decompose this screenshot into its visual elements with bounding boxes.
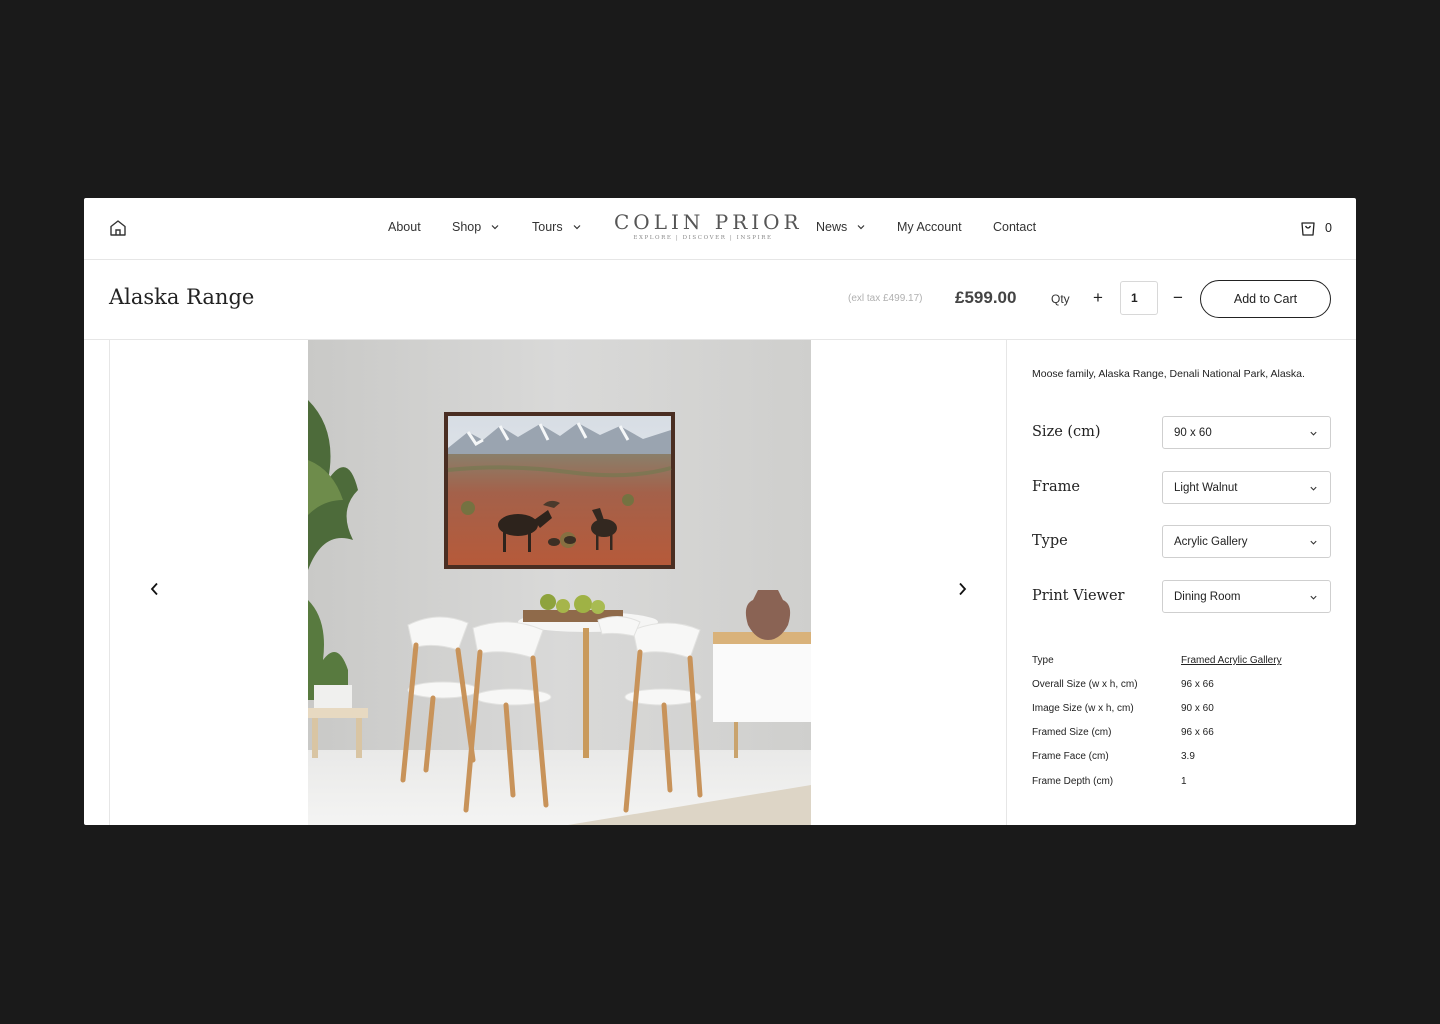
chevron-left-icon[interactable] <box>146 580 164 598</box>
frame-select[interactable]: Light Walnut <box>1162 471 1331 504</box>
spec-key: Type <box>1032 655 1054 666</box>
product-page: About Shop Tours COLIN PRIOR EXPLORE | D… <box>84 198 1356 825</box>
chevron-down-icon <box>1310 540 1317 545</box>
product-options-panel: Moose family, Alaska Range, Denali Natio… <box>1007 340 1356 825</box>
type-select-value: Acrylic Gallery <box>1174 535 1248 548</box>
spec-key: Overall Size (w x h, cm) <box>1032 679 1138 690</box>
price: £599.00 <box>955 288 1017 307</box>
size-select[interactable]: 90 x 60 <box>1162 416 1331 449</box>
print-viewer-label: Print Viewer <box>1032 588 1125 604</box>
nav-shop-label: Shop <box>452 220 482 234</box>
type-select[interactable]: Acrylic Gallery <box>1162 525 1331 558</box>
product-title: Alaska Range <box>109 285 255 309</box>
chevron-down-icon <box>491 225 499 230</box>
frame-label: Frame <box>1032 479 1080 495</box>
nav-my-account[interactable]: My Account <box>897 220 962 234</box>
nav-about-label: About <box>388 220 421 234</box>
size-select-value: 90 x 60 <box>1174 426 1212 439</box>
size-label: Size (cm) <box>1032 424 1101 440</box>
nav-contact-label: Contact <box>993 220 1037 234</box>
spec-value: 1 <box>1181 776 1187 787</box>
nav-news[interactable]: News <box>816 220 866 234</box>
qty-input[interactable] <box>1120 281 1158 315</box>
nav-about[interactable]: About <box>388 220 421 234</box>
home-icon[interactable] <box>108 218 128 238</box>
frame-select-value: Light Walnut <box>1174 481 1238 494</box>
cart-count: 0 <box>1325 221 1332 235</box>
chevron-down-icon <box>857 225 865 230</box>
nav-tours-label: Tours <box>532 220 563 234</box>
site-header: About Shop Tours COLIN PRIOR EXPLORE | D… <box>84 198 1356 260</box>
chevron-down-icon <box>1310 431 1317 436</box>
nav-contact[interactable]: Contact <box>993 220 1036 234</box>
spec-value: 96 x 66 <box>1181 727 1214 738</box>
logo-tagline: EXPLORE | DISCOVER | INSPIRE <box>633 235 773 241</box>
product-gallery <box>109 340 1007 825</box>
spec-value: 90 x 60 <box>1181 703 1214 714</box>
spec-key: Framed Size (cm) <box>1032 727 1112 738</box>
price-ex-tax: (exl tax £499.17) <box>848 293 923 304</box>
spec-key: Frame Face (cm) <box>1032 751 1109 762</box>
nav-shop[interactable]: Shop <box>452 220 500 234</box>
spec-key: Frame Depth (cm) <box>1032 776 1114 787</box>
nav-news-label: News <box>816 220 848 234</box>
print-viewer-select-value: Dining Room <box>1174 590 1241 603</box>
product-description: Moose family, Alaska Range, Denali Natio… <box>1032 368 1305 380</box>
chevron-right-icon[interactable] <box>953 580 971 598</box>
spec-type-link[interactable]: Framed Acrylic Gallery <box>1181 655 1282 666</box>
spec-value: 96 x 66 <box>1181 679 1214 690</box>
nav-tours[interactable]: Tours <box>532 220 582 234</box>
cart-button[interactable]: 0 <box>1299 219 1332 237</box>
print-viewer-select[interactable]: Dining Room <box>1162 580 1331 613</box>
chevron-down-icon <box>573 225 581 230</box>
qty-label: Qty <box>1051 292 1070 306</box>
room-preview-image <box>308 340 811 825</box>
qty-decrease-button[interactable]: − <box>1170 288 1186 308</box>
nav-my-account-label: My Account <box>897 220 962 234</box>
product-bar: Alaska Range (exl tax £499.17) £599.00 Q… <box>84 260 1356 340</box>
chevron-down-icon <box>1310 486 1317 491</box>
logo-title: COLIN PRIOR <box>614 210 803 234</box>
qty-increase-button[interactable]: + <box>1090 288 1106 308</box>
spec-key: Image Size (w x h, cm) <box>1032 703 1134 714</box>
type-label: Type <box>1032 533 1068 549</box>
site-logo[interactable]: COLIN PRIOR EXPLORE | DISCOVER | INSPIRE <box>614 210 803 241</box>
add-to-cart-button[interactable]: Add to Cart <box>1200 280 1331 318</box>
spec-value: 3.9 <box>1181 751 1195 762</box>
chevron-down-icon <box>1310 595 1317 600</box>
shopping-bag-icon <box>1301 222 1315 236</box>
